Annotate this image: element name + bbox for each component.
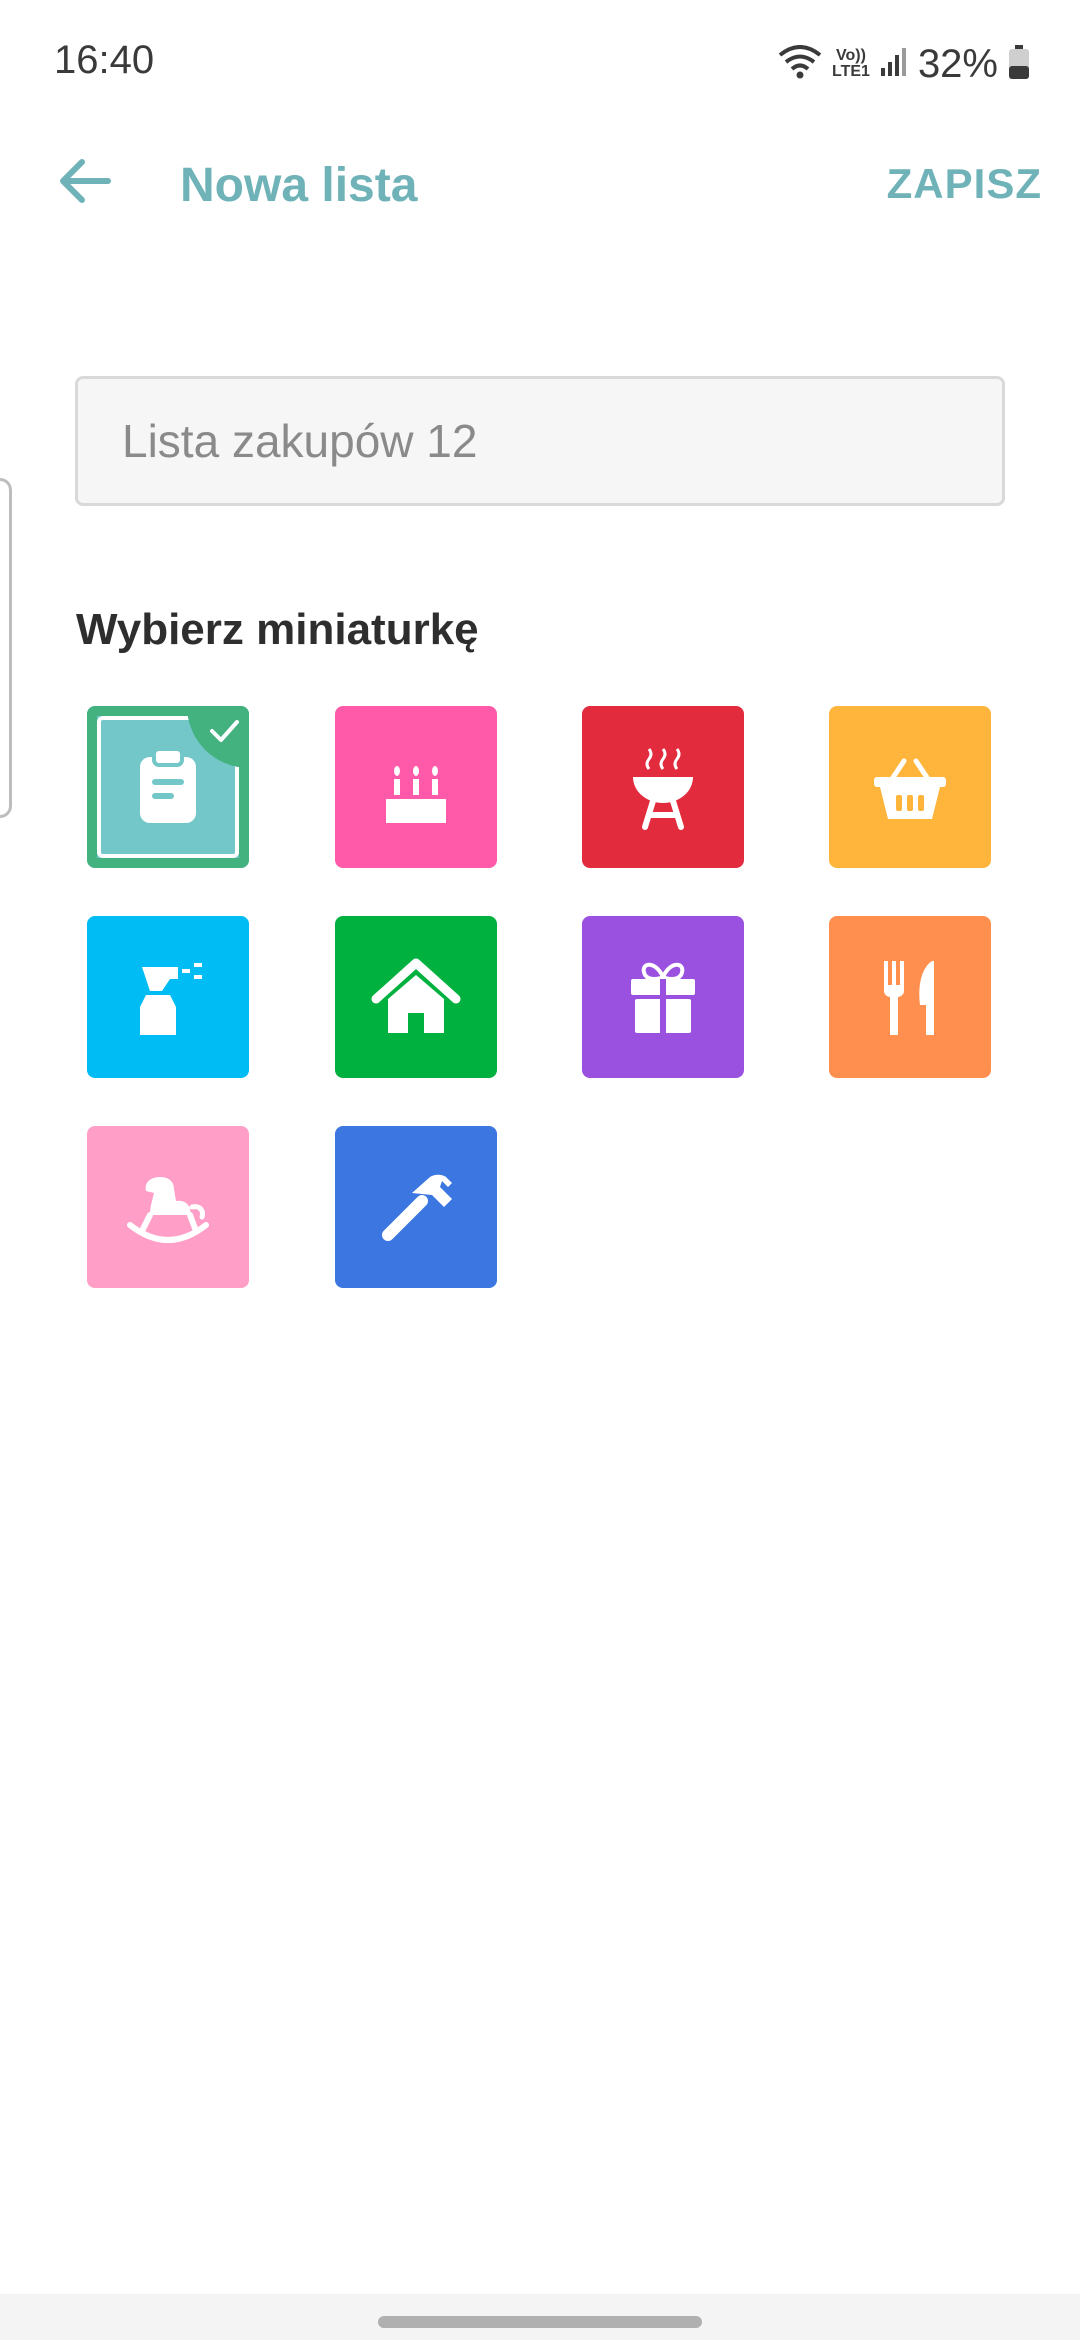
hammer-icon [368, 1159, 464, 1255]
signal-icon [880, 46, 908, 83]
thumbnail-birthday[interactable] [335, 706, 497, 868]
spray-bottle-icon [120, 949, 216, 1045]
thumbnail-gift[interactable] [582, 916, 744, 1078]
thumbnail-home[interactable] [335, 916, 497, 1078]
rocking-horse-icon [120, 1159, 216, 1255]
save-button[interactable]: ZAPISZ [887, 160, 1042, 208]
thumbnail-tools[interactable] [335, 1126, 497, 1288]
arrow-left-icon [58, 158, 112, 209]
clipboard-icon [120, 739, 216, 835]
thumbnail-section-label: Wybierz miniaturkę [76, 605, 479, 654]
house-icon [368, 949, 464, 1045]
home-gesture-bar[interactable] [378, 2316, 702, 2328]
thumbnail-cleaning[interactable] [87, 916, 249, 1078]
edge-panel-handle[interactable] [0, 478, 12, 818]
grill-icon [615, 739, 711, 835]
birthday-cake-icon [368, 739, 464, 835]
lte-bottom-label: LTE1 [832, 63, 870, 80]
lte-indicator: Vo)) LTE1 [832, 48, 870, 80]
lte-top-label: Vo)) [836, 47, 866, 64]
status-time: 16:40 [54, 38, 155, 82]
thumbnail-restaurant[interactable] [829, 916, 991, 1078]
thumbnail-grill[interactable] [582, 706, 744, 868]
status-bar: 16:40 Vo)) LTE1 32% [0, 0, 1080, 120]
shopping-basket-icon [862, 739, 958, 835]
wifi-icon [778, 44, 822, 84]
battery-icon [1008, 44, 1030, 85]
back-button[interactable] [52, 150, 118, 216]
cutlery-icon [862, 949, 958, 1045]
thumbnail-basket[interactable] [829, 706, 991, 868]
app-bar: Nowa lista ZAPISZ [0, 130, 1080, 240]
checkmark-icon [207, 714, 241, 753]
status-icons: Vo)) LTE1 32% [778, 40, 1030, 88]
battery-percent: 32% [917, 41, 998, 86]
list-name-input[interactable] [75, 376, 1005, 506]
thumbnail-kids[interactable] [87, 1126, 249, 1288]
gift-icon [615, 949, 711, 1045]
thumbnail-clipboard[interactable] [87, 706, 249, 868]
page-title: Nowa lista [180, 159, 418, 212]
system-nav-bar [0, 2294, 1080, 2340]
